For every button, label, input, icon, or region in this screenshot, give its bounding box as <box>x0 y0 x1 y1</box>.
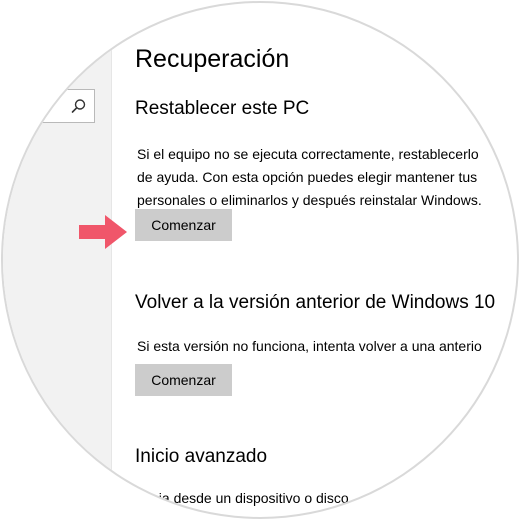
magnifier-circle: Recuperación Restablecer este PC Si el e… <box>3 3 517 517</box>
reset-pc-description: Si el equipo no se ejecuta correctamente… <box>137 146 482 208</box>
advanced-startup-description: Inicia desde un dispositivo o disco <box>137 490 349 506</box>
search-input[interactable] <box>3 89 95 123</box>
go-back-start-button[interactable]: Comenzar <box>135 364 232 396</box>
settings-sidebar <box>3 3 112 517</box>
arrow-right-icon <box>79 215 127 249</box>
advanced-startup-title: Inicio avanzado <box>135 446 268 467</box>
reset-pc-start-button[interactable]: Comenzar <box>135 209 232 241</box>
go-back-description: Si esta versión no funciona, intenta vol… <box>137 338 482 354</box>
recovery-content: Recuperación Restablecer este PC Si el e… <box>133 3 517 517</box>
screenshot-page: Recuperación Restablecer este PC Si el e… <box>0 0 520 520</box>
go-back-title: Volver a la versión anterior de Windows … <box>135 292 496 313</box>
reset-pc-title: Restablecer este PC <box>135 98 310 119</box>
search-icon[interactable] <box>70 97 88 115</box>
page-title: Recuperación <box>135 45 290 73</box>
